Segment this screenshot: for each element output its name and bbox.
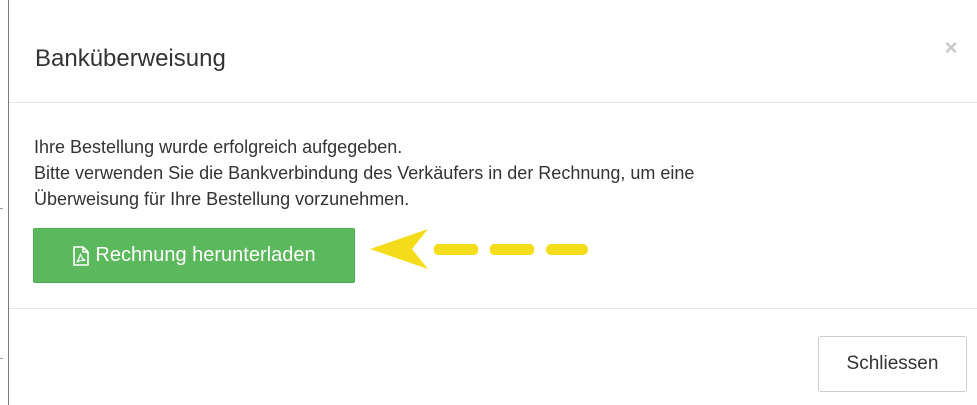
modal-body: Ihre Bestellung wurde erfolgreich aufgeg… — [9, 103, 977, 309]
close-button[interactable]: Schliessen — [818, 336, 967, 392]
file-pdf-icon — [72, 245, 90, 266]
body-message: Ihre Bestellung wurde erfolgreich aufgeg… — [34, 134, 934, 212]
edge-mark — [0, 208, 3, 209]
modal-header: Banküberweisung × — [9, 0, 977, 103]
message-line-2: Bitte verwenden Sie die Bankverbindung d… — [34, 163, 695, 183]
close-icon[interactable]: × — [939, 36, 963, 60]
arrow-dash — [434, 244, 478, 255]
page: Banküberweisung × Ihre Bestellung wurde … — [0, 0, 977, 405]
download-invoice-button[interactable]: Rechnung herunterladen — [33, 228, 355, 283]
message-line-3: Überweisung für Ihre Bestellung vorzuneh… — [34, 189, 410, 209]
yellow-arrow-annotation — [370, 229, 588, 269]
download-invoice-label: Rechnung herunterladen — [95, 244, 316, 266]
arrow-dash — [546, 244, 588, 255]
background-window-edge — [0, 0, 9, 405]
modal-footer: Schliessen — [9, 309, 977, 405]
edge-mark — [0, 358, 3, 359]
arrow-head — [370, 229, 428, 269]
modal-title: Banküberweisung — [35, 45, 226, 72]
bank-transfer-modal: Banküberweisung × Ihre Bestellung wurde … — [9, 0, 977, 405]
arrow-dash — [490, 244, 534, 255]
message-line-1: Ihre Bestellung wurde erfolgreich aufgeg… — [34, 137, 403, 157]
